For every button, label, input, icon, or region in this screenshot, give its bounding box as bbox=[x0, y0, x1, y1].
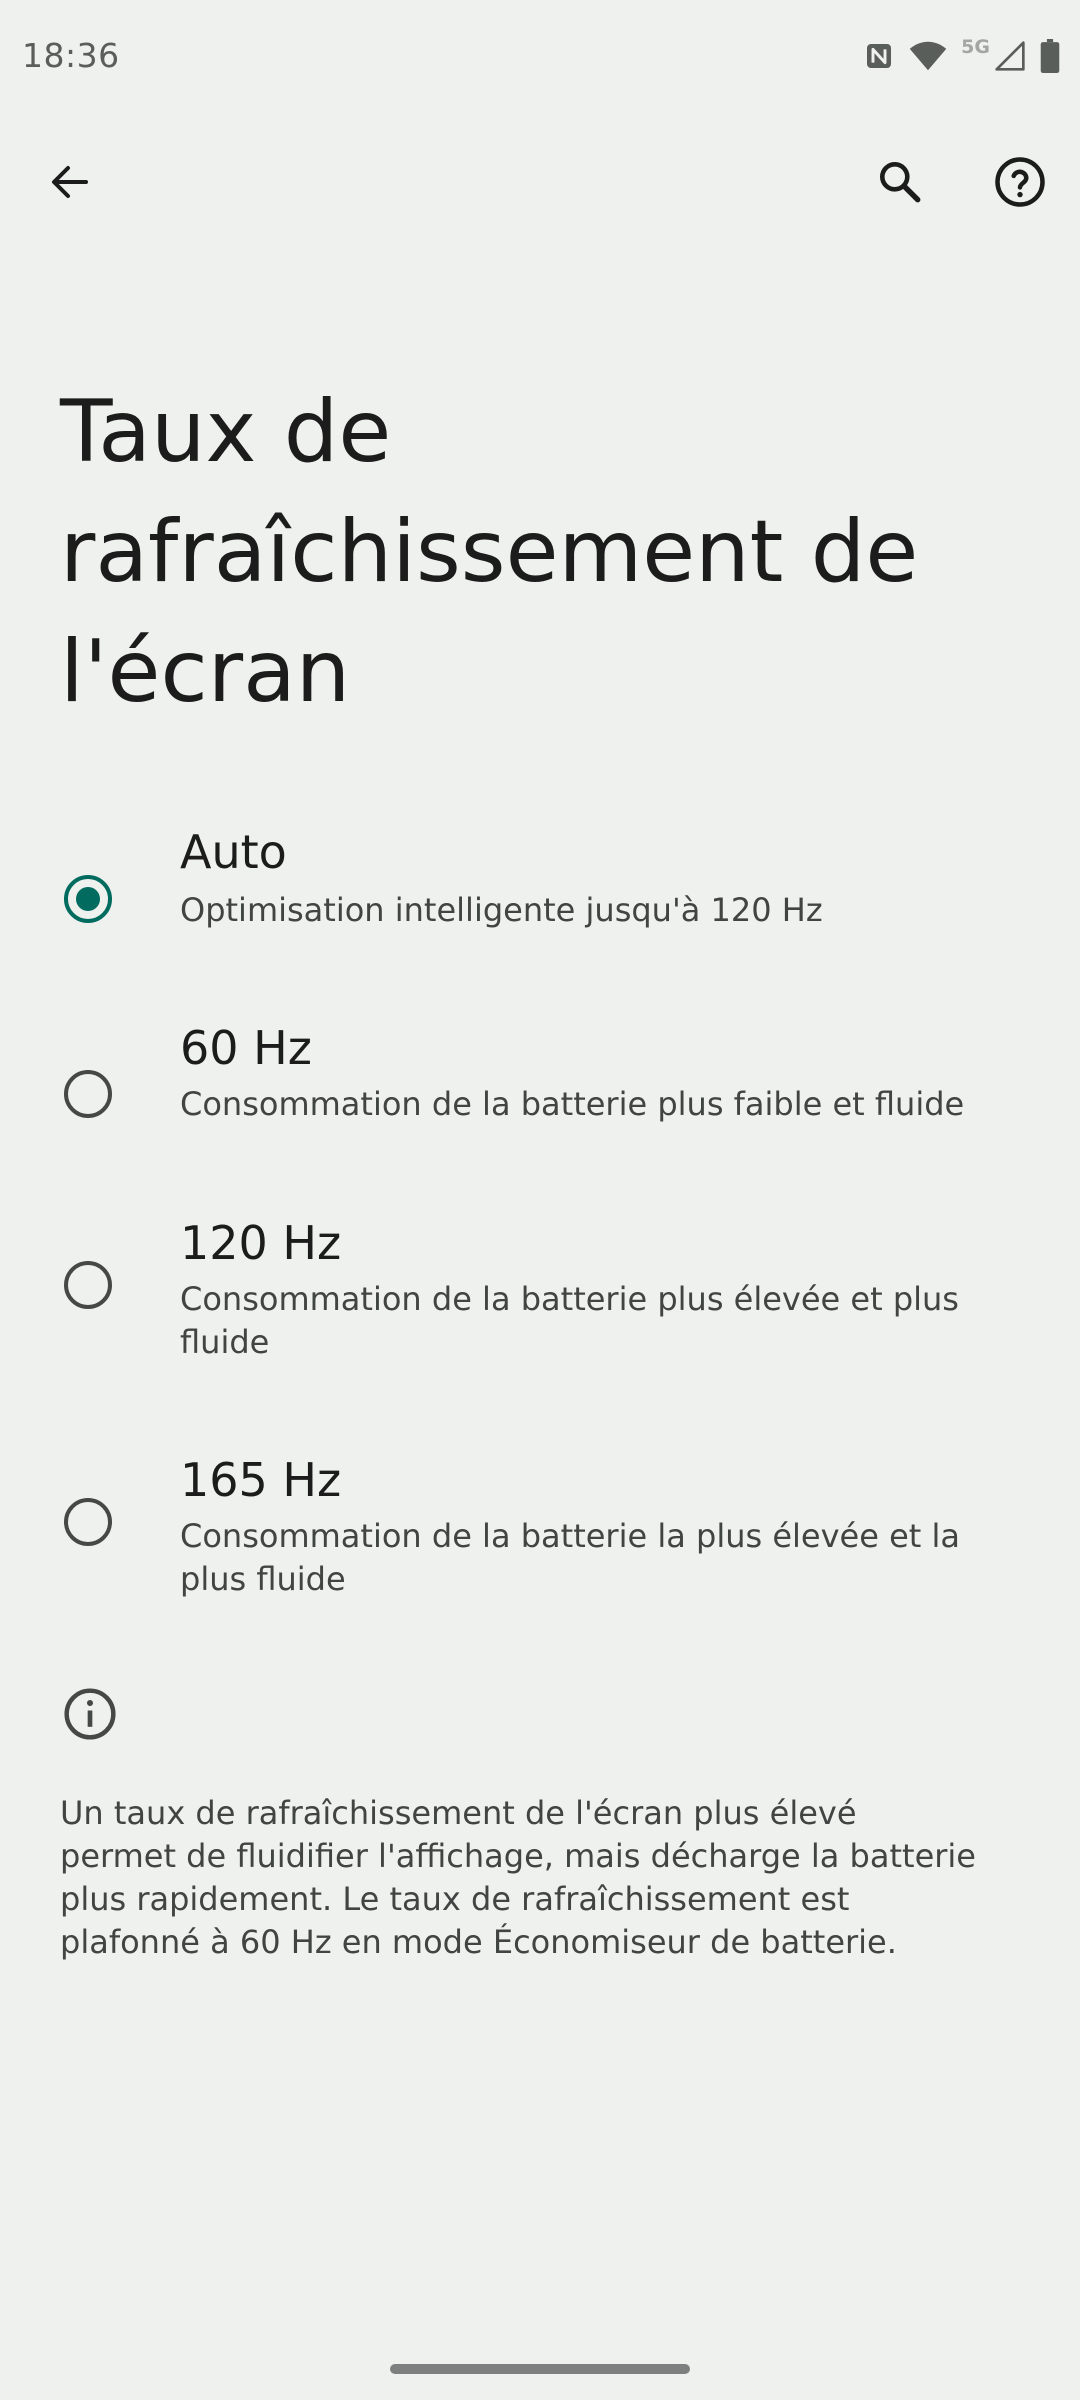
option-120hz[interactable]: 120 Hz Consommation de la batterie plus … bbox=[0, 1200, 1080, 1430]
option-title: 60 Hz bbox=[180, 1021, 312, 1075]
option-60hz[interactable]: 60 Hz Consommation de la batterie plus f… bbox=[0, 1008, 1080, 1198]
radio-button-165hz[interactable] bbox=[64, 1498, 112, 1546]
help-circle-icon bbox=[995, 157, 1045, 207]
option-summary: Consommation de la batterie la plus élev… bbox=[180, 1517, 960, 1598]
option-summary: Consommation de la batterie plus élevée … bbox=[180, 1280, 959, 1361]
option-title: 120 Hz bbox=[180, 1216, 342, 1270]
footer-description: Un taux de rafraîchissement de l'écran p… bbox=[60, 1794, 976, 1961]
option-summary: Consommation de la batterie plus faible … bbox=[180, 1085, 965, 1123]
arrow-back-icon bbox=[52, 166, 88, 198]
status-icons: 5G bbox=[863, 36, 1060, 76]
wifi-icon bbox=[909, 40, 947, 72]
nfc-icon bbox=[863, 40, 895, 72]
status-bar: 18:36 5G bbox=[0, 0, 1080, 115]
option-title: 165 Hz bbox=[180, 1453, 342, 1507]
radio-button-120hz[interactable] bbox=[64, 1261, 112, 1309]
option-165hz[interactable]: 165 Hz Consommation de la batterie la pl… bbox=[0, 1437, 1080, 1667]
search-icon bbox=[880, 162, 921, 203]
radio-button-60hz[interactable] bbox=[64, 1070, 112, 1118]
info-icon bbox=[64, 1688, 116, 1740]
search-button[interactable] bbox=[852, 134, 948, 230]
status-time: 18:36 bbox=[22, 36, 120, 75]
battery-icon bbox=[1040, 39, 1060, 73]
page-title: Taux de rafraîchissement de l'écran bbox=[60, 382, 919, 722]
option-title: Auto bbox=[180, 825, 287, 879]
signal-icon bbox=[994, 40, 1026, 72]
help-button[interactable] bbox=[972, 134, 1068, 230]
option-auto[interactable]: Auto Optimisation intelligente jusqu'à 1… bbox=[0, 815, 1080, 1005]
back-button[interactable] bbox=[22, 134, 118, 230]
option-summary: Optimisation intelligente jusqu'à 120 Hz bbox=[180, 891, 823, 929]
gesture-navigation-handle[interactable] bbox=[390, 2364, 690, 2374]
network-type-label: 5G bbox=[961, 36, 990, 58]
radio-button-auto[interactable] bbox=[64, 875, 112, 923]
